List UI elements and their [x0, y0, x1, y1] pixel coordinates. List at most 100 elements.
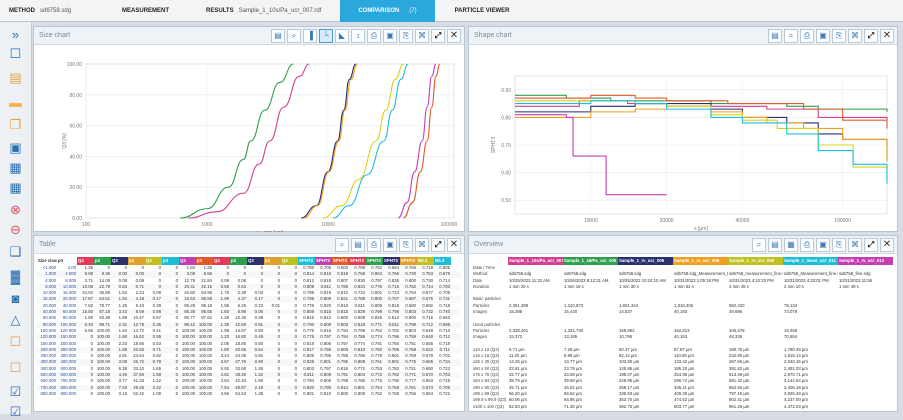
method-tab[interactable]: METHOD sd6758.sdg	[0, 0, 80, 22]
close-circle-icon[interactable]: ⊗	[7, 202, 24, 218]
table-column-header[interactable]: Q3	[213, 257, 230, 265]
overview-column-header[interactable]: Sample_1_rv_ucr_009	[728, 257, 783, 265]
line-chart-icon[interactable]: └	[319, 29, 333, 43]
comparison-tab[interactable]: COMPARISON (7)	[340, 0, 435, 22]
table-column-header[interactable]: B/L3	[417, 257, 434, 265]
table-column-header[interactable]: p3	[162, 257, 179, 265]
close-icon[interactable]: ✕	[880, 238, 894, 252]
minus-circle-icon[interactable]: ⊖	[7, 222, 24, 238]
zoom-icon[interactable]: ⌕	[784, 29, 798, 43]
close-icon[interactable]: ✕	[447, 29, 461, 43]
table-column-header[interactable]: Q3	[247, 257, 264, 265]
save-icon[interactable]: ▣	[7, 140, 24, 156]
zoom-icon[interactable]: ⌕	[752, 238, 766, 252]
measurement-tab[interactable]: MEASUREMENT	[80, 0, 178, 22]
data-table-icon[interactable]: ▤	[271, 29, 285, 43]
export-image-icon[interactable]: ▣	[816, 238, 830, 252]
checkbox-icon[interactable]: ☐	[7, 360, 24, 376]
table-column-header[interactable]: Size class	[37, 257, 57, 265]
copy-icon[interactable]: ⎘	[832, 238, 846, 252]
table-column-header[interactable]: Q3	[77, 257, 94, 265]
table-column-header[interactable]: SPHT3	[400, 257, 417, 265]
link-icon[interactable]: ⌘	[848, 238, 862, 252]
overview-table[interactable]: Sample_1_10s/Pa_ucr_007 Sample_1_s5/Pa_uc…	[472, 257, 894, 409]
copy-icon[interactable]: ⎘	[399, 238, 413, 252]
print-icon[interactable]: ⎙	[367, 29, 381, 43]
overview-column-header[interactable]: Sample_1_mess_ucr_011	[783, 257, 838, 265]
table-column-header[interactable]: p3	[57, 257, 77, 265]
overview-column-header[interactable]: Sample_1_s5/Pa_ucr_005	[563, 257, 618, 265]
distribution-icon[interactable]: ↕	[351, 29, 365, 43]
table-column-header[interactable]: SPHT3	[298, 257, 315, 265]
results-tab[interactable]: RESULTS Sample_1_10s/Pa_ucr_007.rdf	[178, 0, 330, 22]
table-column-header[interactable]: p3	[264, 257, 281, 265]
expand-icon[interactable]: ⤢	[864, 238, 878, 252]
print-icon[interactable]: ⎙	[367, 238, 381, 252]
table-column-header[interactable]: Q3	[179, 257, 196, 265]
expand-icon[interactable]: ⤢	[431, 238, 445, 252]
table-column-header[interactable]: SPHT3	[315, 257, 332, 265]
close-icon[interactable]: ✕	[880, 29, 894, 43]
table-column-header[interactable]: p3	[196, 257, 213, 265]
particle-viewer-tab[interactable]: PARTICLE VIEWER	[435, 0, 519, 22]
copy-icon[interactable]: ⎘	[832, 29, 846, 43]
data-table-icon[interactable]: ▤	[768, 29, 782, 43]
new-document-icon[interactable]: ☐	[7, 46, 24, 62]
overview-column-header[interactable]: Sample_1_10s/Pa_ucr_007	[508, 257, 563, 265]
zoom-icon[interactable]: ⌕	[335, 238, 349, 252]
table-icon[interactable]: ▤	[351, 238, 365, 252]
zoom-icon[interactable]: ⌕	[287, 29, 301, 43]
report-icon[interactable]: ◙	[7, 290, 24, 306]
table-column-header[interactable]: p3	[230, 257, 247, 265]
table-row[interactable]: 800.000 900.000 0 100.00 3.16 52.42 1.09 0 100.0…	[37, 391, 461, 397]
report-icon[interactable]: ▦	[784, 238, 798, 252]
shape-chart-canvas[interactable]: 0.90 0.80 0.70 0.60 0.50 10000 20000 40000 10000…	[469, 46, 897, 232]
overview-cell: 62.83 µm	[509, 403, 528, 409]
table-column-header[interactable]: Q3	[145, 257, 162, 265]
open-folder-icon[interactable]: ▤	[7, 70, 24, 86]
overview-column-header[interactable]: Sample_1_rv_ucr_006	[618, 257, 673, 265]
copy-icon[interactable]: ⎘	[399, 29, 413, 43]
select-all-icon[interactable]: △	[7, 312, 24, 328]
print-icon[interactable]: ⎙	[800, 29, 814, 43]
table-icon[interactable]: ▤	[768, 238, 782, 252]
size-chart-canvas[interactable]: 100.00 80.00 60.00 40.00 20.00 0.00100 1000 100…	[34, 46, 464, 232]
overview-column-header[interactable]: Sample_1_rv_ucr_012	[838, 257, 893, 265]
collapse-icon[interactable]: »	[7, 26, 24, 42]
folder-icon[interactable]: ▬	[7, 94, 24, 110]
overview-row[interactable]: x100 x 100 (Q3) 62.83 µm 71.30 µm 382.75 µm…	[472, 404, 894, 409]
table-column-header[interactable]: SPHT3	[383, 257, 400, 265]
table-column-header[interactable]: SPHT3	[366, 257, 383, 265]
export-image-icon[interactable]: ▣	[816, 29, 830, 43]
table-column-header[interactable]: SPHT3	[349, 257, 366, 265]
export-image-icon[interactable]: ▣	[383, 238, 397, 252]
print-icon[interactable]: ⎙	[800, 238, 814, 252]
link-icon[interactable]: ⌘	[848, 29, 862, 43]
table-column-header[interactable]: p3	[94, 257, 111, 265]
grid-view-icon[interactable]: ▦	[7, 160, 24, 176]
sidebar: » ☐ ▤ ▬ ❐ ▣ ▦ ▦ ⊗ ⊖ ❑ ▓ ◙ △ ☐ ☐ ☑ ☑	[0, 22, 32, 419]
expand-icon[interactable]: ⤢	[431, 29, 445, 43]
checked-box-icon[interactable]: ☑	[7, 384, 24, 400]
link-icon[interactable]: ⌘	[415, 238, 429, 252]
table-column-header[interactable]: Q3	[111, 257, 128, 265]
y-axis-label: Q3 [%]	[62, 133, 68, 149]
checked-box-icon[interactable]: ☑	[7, 404, 24, 420]
export-document-icon[interactable]: ❑	[7, 244, 24, 260]
table-column-header[interactable]: SPHT3	[332, 257, 349, 265]
expand-icon[interactable]: ⤢	[864, 29, 878, 43]
area-chart-icon[interactable]: ◣	[335, 29, 349, 43]
export-image-icon[interactable]: ▣	[383, 29, 397, 43]
grid-alt-icon[interactable]: ▦	[7, 180, 24, 196]
overview-column-header[interactable]: Sample_1_rv_ucr_008	[673, 257, 728, 265]
table-column-header[interactable]: p3	[128, 257, 145, 265]
bar-chart-icon[interactable]: ▐	[303, 29, 317, 43]
copy-document-icon[interactable]: ❐	[7, 117, 24, 133]
table-column-header[interactable]: Q3	[281, 257, 298, 265]
table-column-header[interactable]: B/L3	[434, 257, 451, 265]
close-icon[interactable]: ✕	[447, 238, 461, 252]
chart-stats-icon[interactable]: ▓	[7, 268, 24, 284]
link-icon[interactable]: ⌘	[415, 29, 429, 43]
data-table[interactable]: Size class p3 Q3 p3 Q3 p3 Q3 p3 Q3 p3 Q3 p3 Q3 p3 Q3 SP…	[37, 257, 461, 409]
checkbox-icon[interactable]: ☐	[7, 334, 24, 350]
